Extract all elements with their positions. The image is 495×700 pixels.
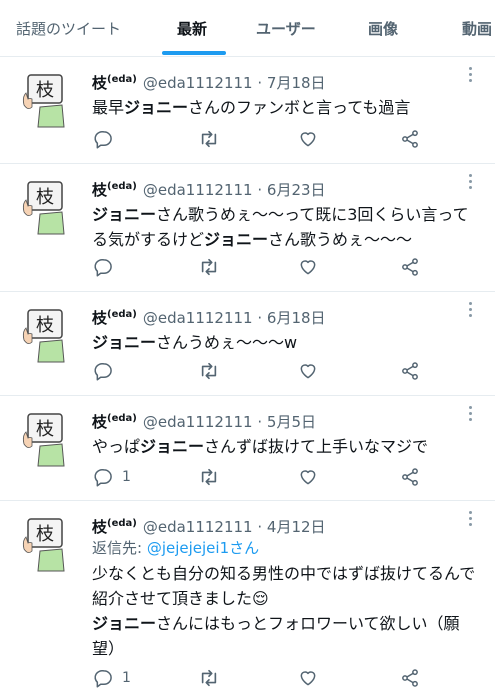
retweet-button[interactable] bbox=[198, 360, 220, 382]
retweet-icon bbox=[201, 362, 217, 380]
active-tab-indicator bbox=[162, 51, 226, 55]
avatar-char: 枝 bbox=[36, 187, 54, 208]
tweet-text: ジョニーさん歌うめぇ〜〜って既に3回くらい言ってる気がするけどジョニーさん歌うめ… bbox=[92, 205, 469, 249]
tab-videos[interactable]: 動画 bbox=[462, 18, 492, 39]
tweet-header: 枝(eda) @eda1112111 · 6月23日 bbox=[92, 177, 477, 200]
heart-icon bbox=[300, 364, 316, 379]
retweet-icon bbox=[201, 669, 217, 687]
retweet-icon bbox=[201, 468, 217, 486]
tweet-text: 少なくとも自分の知る男性の中ではずば抜けてるんで紹介させて頂きました😌 ジョニーさ… bbox=[92, 564, 476, 658]
share-icon bbox=[402, 258, 418, 276]
share-icon bbox=[402, 130, 418, 148]
search-tabs: 話題のツイート 最新 ユーザー 画像 動画 bbox=[0, 0, 495, 57]
share-button[interactable] bbox=[400, 256, 420, 278]
tweet[interactable]: 枝 枝(eda) @eda1112111 · 4月12日 返信先: @jejeje… bbox=[0, 501, 495, 700]
reply-icon bbox=[94, 468, 112, 487]
reply-icon bbox=[94, 130, 112, 149]
reply-count: 1 bbox=[122, 670, 131, 686]
tweet-text: 最早ジョニーさんのファンボと言っても過言 bbox=[92, 98, 411, 117]
heart-icon bbox=[300, 260, 316, 275]
display-name[interactable]: 枝(eda) bbox=[92, 413, 137, 431]
heart-icon bbox=[300, 470, 316, 485]
share-button[interactable] bbox=[400, 667, 420, 689]
handle-date[interactable]: @eda1112111 · 6月23日 bbox=[143, 181, 326, 199]
avatar[interactable]: 枝 bbox=[18, 513, 70, 573]
reply-button[interactable] bbox=[94, 128, 122, 150]
tweet[interactable]: 枝 枝(eda) @eda1112111 · 6月18日 ジョニーさんうめぇ〜〜〜… bbox=[0, 292, 495, 396]
display-name[interactable]: 枝(eda) bbox=[92, 181, 137, 199]
share-icon bbox=[402, 468, 418, 486]
tweet[interactable]: 枝 枝(eda) @eda1112111 · 5月5日 やっぱジョニーさんずば抜け… bbox=[0, 396, 495, 501]
tweet-text: ジョニーさんうめぇ〜〜〜w bbox=[92, 333, 298, 352]
reply-to-line: 返信先: @jejejejei1さん bbox=[92, 539, 260, 557]
like-button[interactable] bbox=[298, 128, 318, 150]
tweet-header: 枝(eda) @eda1112111 · 7月18日 bbox=[92, 70, 477, 93]
tweet-text: やっぱジョニーさんずば抜けて上手いなマジで bbox=[92, 437, 429, 456]
display-name[interactable]: 枝(eda) bbox=[92, 518, 137, 536]
retweet-button[interactable] bbox=[198, 466, 220, 488]
reply-to-handle-link[interactable]: @jejejejei1さん bbox=[147, 539, 259, 557]
reply-button[interactable]: 1 bbox=[94, 667, 131, 689]
share-icon bbox=[402, 669, 418, 687]
more-icon[interactable] bbox=[469, 406, 473, 424]
tweet-actions bbox=[94, 128, 424, 150]
reply-button[interactable]: 1 bbox=[94, 466, 131, 488]
handle-date[interactable]: @eda1112111 · 7月18日 bbox=[143, 74, 326, 92]
tweet-actions bbox=[94, 360, 424, 382]
tab-top-tweets[interactable]: 話題のツイート bbox=[16, 18, 121, 39]
handle-date[interactable]: @eda1112111 · 4月12日 bbox=[143, 518, 326, 536]
handle-date[interactable]: @eda1112111 · 5月5日 bbox=[143, 413, 316, 431]
display-name[interactable]: 枝(eda) bbox=[92, 74, 137, 92]
like-button[interactable] bbox=[298, 360, 318, 382]
retweet-button[interactable] bbox=[198, 667, 220, 689]
tab-latest[interactable]: 最新 bbox=[177, 18, 207, 39]
more-icon[interactable] bbox=[469, 511, 473, 529]
heart-icon bbox=[300, 132, 316, 147]
avatar[interactable]: 枝 bbox=[18, 69, 70, 129]
share-button[interactable] bbox=[400, 466, 420, 488]
tweet-actions bbox=[94, 256, 424, 278]
share-button[interactable] bbox=[400, 360, 420, 382]
reply-count: 1 bbox=[122, 469, 131, 485]
tab-people[interactable]: ユーザー bbox=[256, 18, 316, 39]
tweet-actions: 1 bbox=[94, 466, 424, 488]
reply-button[interactable] bbox=[94, 256, 122, 278]
retweet-button[interactable] bbox=[198, 256, 220, 278]
tweet[interactable]: 枝 枝(eda) @eda1112111 · 6月23日 ジョニーさん歌うめぇ〜〜… bbox=[0, 164, 495, 292]
like-button[interactable] bbox=[298, 256, 318, 278]
tweet-header: 枝(eda) @eda1112111 · 5月5日 bbox=[92, 409, 477, 432]
avatar[interactable]: 枝 bbox=[18, 176, 70, 236]
more-icon[interactable] bbox=[469, 174, 473, 192]
tweet[interactable]: 枝 枝(eda) @eda1112111 · 7月18日 最早ジョニーさんのファン… bbox=[0, 57, 495, 164]
share-button[interactable] bbox=[400, 128, 420, 150]
retweet-icon bbox=[201, 258, 217, 276]
avatar[interactable]: 枝 bbox=[18, 408, 70, 468]
reply-icon bbox=[94, 258, 112, 277]
more-icon[interactable] bbox=[469, 302, 473, 320]
reply-icon bbox=[94, 362, 112, 381]
avatar-char: 枝 bbox=[36, 524, 54, 545]
handle-date[interactable]: @eda1112111 · 6月18日 bbox=[143, 309, 326, 327]
tweet-header: 枝(eda) @eda1112111 · 6月18日 bbox=[92, 305, 477, 328]
tab-photos[interactable]: 画像 bbox=[368, 18, 398, 39]
like-button[interactable] bbox=[298, 466, 318, 488]
display-name[interactable]: 枝(eda) bbox=[92, 309, 137, 327]
reply-icon bbox=[94, 669, 112, 688]
share-icon bbox=[402, 362, 418, 380]
heart-icon bbox=[300, 671, 316, 686]
avatar[interactable]: 枝 bbox=[18, 304, 70, 364]
reply-button[interactable] bbox=[94, 360, 122, 382]
tweet-actions: 1 bbox=[94, 667, 424, 689]
more-icon[interactable] bbox=[469, 67, 473, 85]
retweet-button[interactable] bbox=[198, 128, 220, 150]
retweet-icon bbox=[201, 130, 217, 148]
like-button[interactable] bbox=[298, 667, 318, 689]
avatar-char: 枝 bbox=[36, 419, 54, 440]
avatar-char: 枝 bbox=[36, 80, 54, 101]
avatar-char: 枝 bbox=[36, 315, 54, 336]
tweet-header: 枝(eda) @eda1112111 · 4月12日 bbox=[92, 514, 477, 537]
